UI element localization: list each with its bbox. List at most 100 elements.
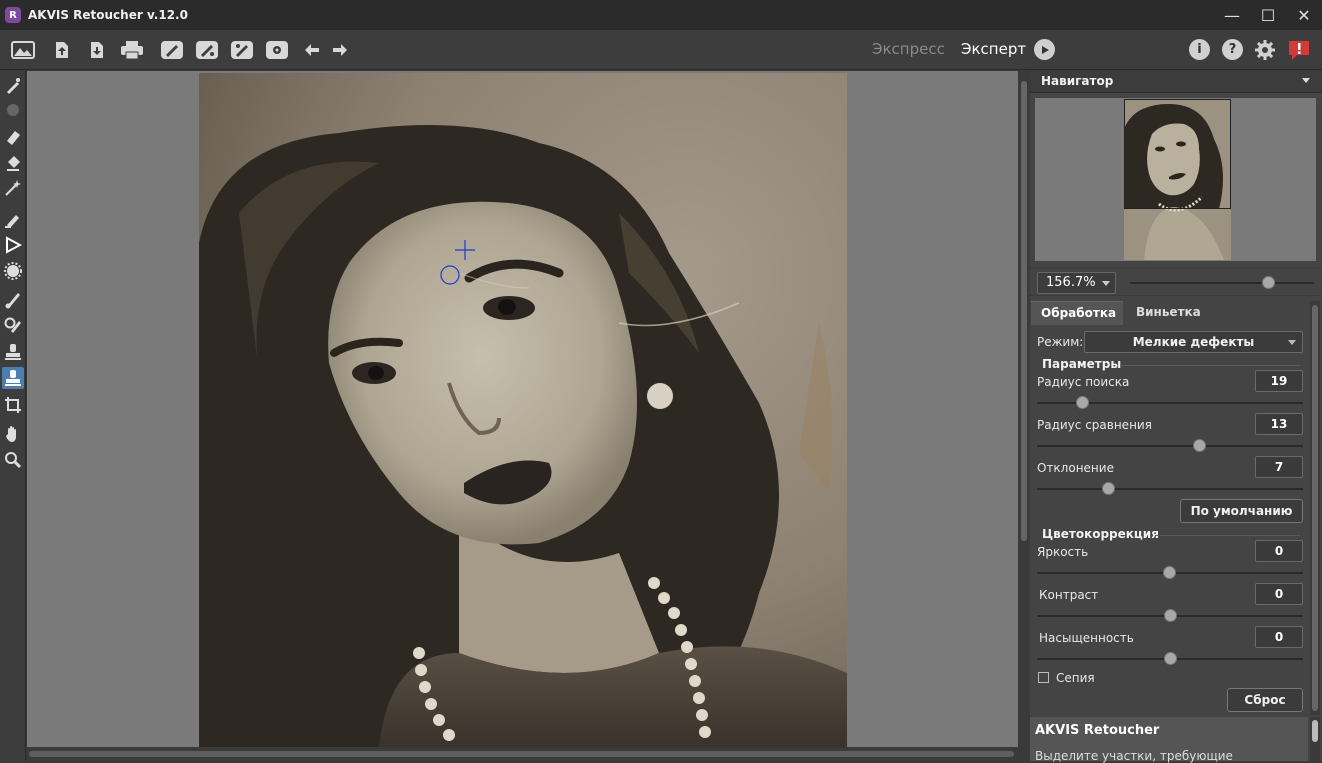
saturation-knob[interactable] (1164, 652, 1177, 665)
deviation-label: Отклонение (1037, 461, 1114, 475)
compare-radius-label: Радиус сравнения (1037, 418, 1152, 432)
preferences-gear-icon[interactable] (1252, 38, 1278, 62)
sepia-label: Сепия (1056, 671, 1095, 685)
tab-expert-mode[interactable]: Эксперт (961, 40, 1026, 58)
help-title: AKVIS Retoucher (1035, 723, 1160, 738)
tab-processing[interactable]: Обработка (1031, 301, 1123, 325)
navigator-thumbnail (1124, 99, 1231, 260)
zoom-slider-knob[interactable] (1261, 276, 1275, 289)
crop-icon[interactable] (2, 394, 24, 416)
brush-preset-1-icon[interactable] (159, 38, 185, 62)
divider (1155, 535, 1300, 536)
chevron-down-icon (1288, 340, 1296, 345)
navigator-preview[interactable] (1035, 98, 1316, 261)
photo-image (199, 73, 847, 747)
brightness-label: Яркость (1037, 545, 1089, 559)
window-title: AKVIS Retoucher v.12.0 (28, 8, 188, 22)
canvas-horizontal-scrollbar[interactable] (27, 747, 1018, 761)
open-image-icon[interactable] (10, 38, 36, 62)
scroll-thumb[interactable] (29, 751, 1014, 757)
saturation-label: Насыщенность (1039, 631, 1134, 645)
brush-preset-2-icon[interactable] (194, 38, 220, 62)
print-icon[interactable] (119, 38, 145, 62)
settings-scrollbar[interactable] (1310, 301, 1320, 715)
contrast-knob[interactable] (1164, 609, 1177, 622)
navigator-title: Навигатор (1041, 74, 1114, 88)
zoom-select[interactable]: 156.7% (1037, 272, 1116, 294)
help-button[interactable]: ? (1222, 39, 1243, 60)
brightness-knob[interactable] (1163, 566, 1176, 579)
eraser-icon[interactable] (2, 126, 24, 148)
chameleon-brush-icon[interactable] (2, 314, 24, 336)
deviation-knob[interactable] (1102, 482, 1116, 495)
contrast-label: Контраст (1039, 588, 1099, 602)
canvas-vertical-scrollbar[interactable] (1018, 71, 1030, 747)
bucket-icon[interactable] (2, 152, 24, 174)
main-toolbar: Экспресс Эксперт i ? (0, 30, 1322, 70)
play-icon (1041, 45, 1049, 54)
window-controls: — ☐ ✕ (1214, 0, 1322, 30)
help-scrollbar[interactable] (1310, 717, 1320, 761)
help-panel: AKVIS Retoucher Выделите участки, требую… (1030, 717, 1308, 763)
tab-vignette[interactable]: Виньетка (1126, 301, 1211, 325)
contrast-input[interactable]: 0 (1255, 583, 1303, 605)
compare-radius-input[interactable]: 13 (1255, 413, 1303, 435)
minimize-button[interactable]: — (1214, 0, 1250, 30)
settings-tabs: Обработка Виньетка (1030, 301, 1308, 325)
parameters-title: Параметры (1042, 357, 1122, 371)
redo-icon[interactable] (327, 38, 353, 62)
maximize-button[interactable]: ☐ (1250, 0, 1286, 30)
healing-stamp-icon[interactable] (2, 367, 24, 389)
mode-select[interactable]: Мелкие дефекты (1084, 331, 1303, 353)
brush-preset-3-icon[interactable] (229, 38, 255, 62)
run-processing-button[interactable] (1034, 39, 1055, 60)
gear-tool-icon[interactable] (2, 260, 24, 282)
settings-panel: Навигатор 156.7% Обработка Виньетка Режи… (1030, 71, 1322, 763)
hand-icon[interactable] (2, 423, 24, 445)
alert-icon[interactable] (1286, 38, 1312, 62)
close-button[interactable]: ✕ (1286, 0, 1322, 30)
zoom-slider-track[interactable] (1130, 282, 1314, 284)
tab-express-mode[interactable]: Экспресс (872, 40, 945, 58)
sepia-checkbox[interactable] (1038, 672, 1049, 683)
pen-icon[interactable] (2, 75, 24, 97)
compare-radius-track[interactable] (1037, 445, 1303, 447)
inactive-icon (2, 99, 24, 121)
tools-panel (0, 71, 26, 761)
color-correction-title: Цветокоррекция (1042, 527, 1159, 541)
mode-label: Режим: (1037, 335, 1084, 349)
paint-icon[interactable] (2, 209, 24, 231)
save-icon[interactable] (84, 38, 110, 62)
magic-wand-icon[interactable] (2, 177, 24, 199)
scroll-thumb[interactable] (1021, 81, 1027, 541)
zoom-icon[interactable] (2, 449, 24, 471)
chevron-down-icon (1102, 281, 1110, 286)
reset-button[interactable]: Сброс (1227, 688, 1303, 712)
settings-gear-icon[interactable] (264, 38, 290, 62)
search-radius-knob[interactable] (1075, 396, 1089, 409)
navigator-header[interactable]: Навигатор (1030, 71, 1322, 93)
deviation-input[interactable]: 7 (1255, 456, 1303, 478)
search-radius-label: Радиус поиска (1037, 375, 1130, 389)
load-icon[interactable] (49, 38, 75, 62)
compare-radius-knob[interactable] (1192, 439, 1206, 452)
saturation-input[interactable]: 0 (1255, 626, 1303, 648)
triangle-select-icon[interactable] (2, 234, 24, 256)
navigator-view-rect[interactable] (1124, 99, 1231, 209)
scroll-thumb[interactable] (1312, 305, 1318, 711)
default-button[interactable]: По умолчанию (1180, 499, 1303, 523)
scroll-thumb[interactable] (1312, 720, 1318, 742)
deviation-track[interactable] (1037, 488, 1303, 490)
info-button[interactable]: i (1189, 39, 1210, 60)
app-logo: R (5, 7, 21, 23)
zoom-controls: 156.7% (1030, 268, 1322, 296)
clone-stamp-icon[interactable] (2, 341, 24, 363)
chevron-down-icon[interactable] (1302, 78, 1310, 83)
image-canvas[interactable] (27, 71, 1018, 747)
mode-value: Мелкие дефекты (1132, 335, 1255, 349)
title-bar: R AKVIS Retoucher v.12.0 — ☐ ✕ (0, 0, 1322, 30)
brush-icon[interactable] (2, 289, 24, 311)
search-radius-input[interactable]: 19 (1255, 370, 1303, 392)
undo-icon[interactable] (299, 38, 325, 62)
brightness-input[interactable]: 0 (1255, 540, 1303, 562)
